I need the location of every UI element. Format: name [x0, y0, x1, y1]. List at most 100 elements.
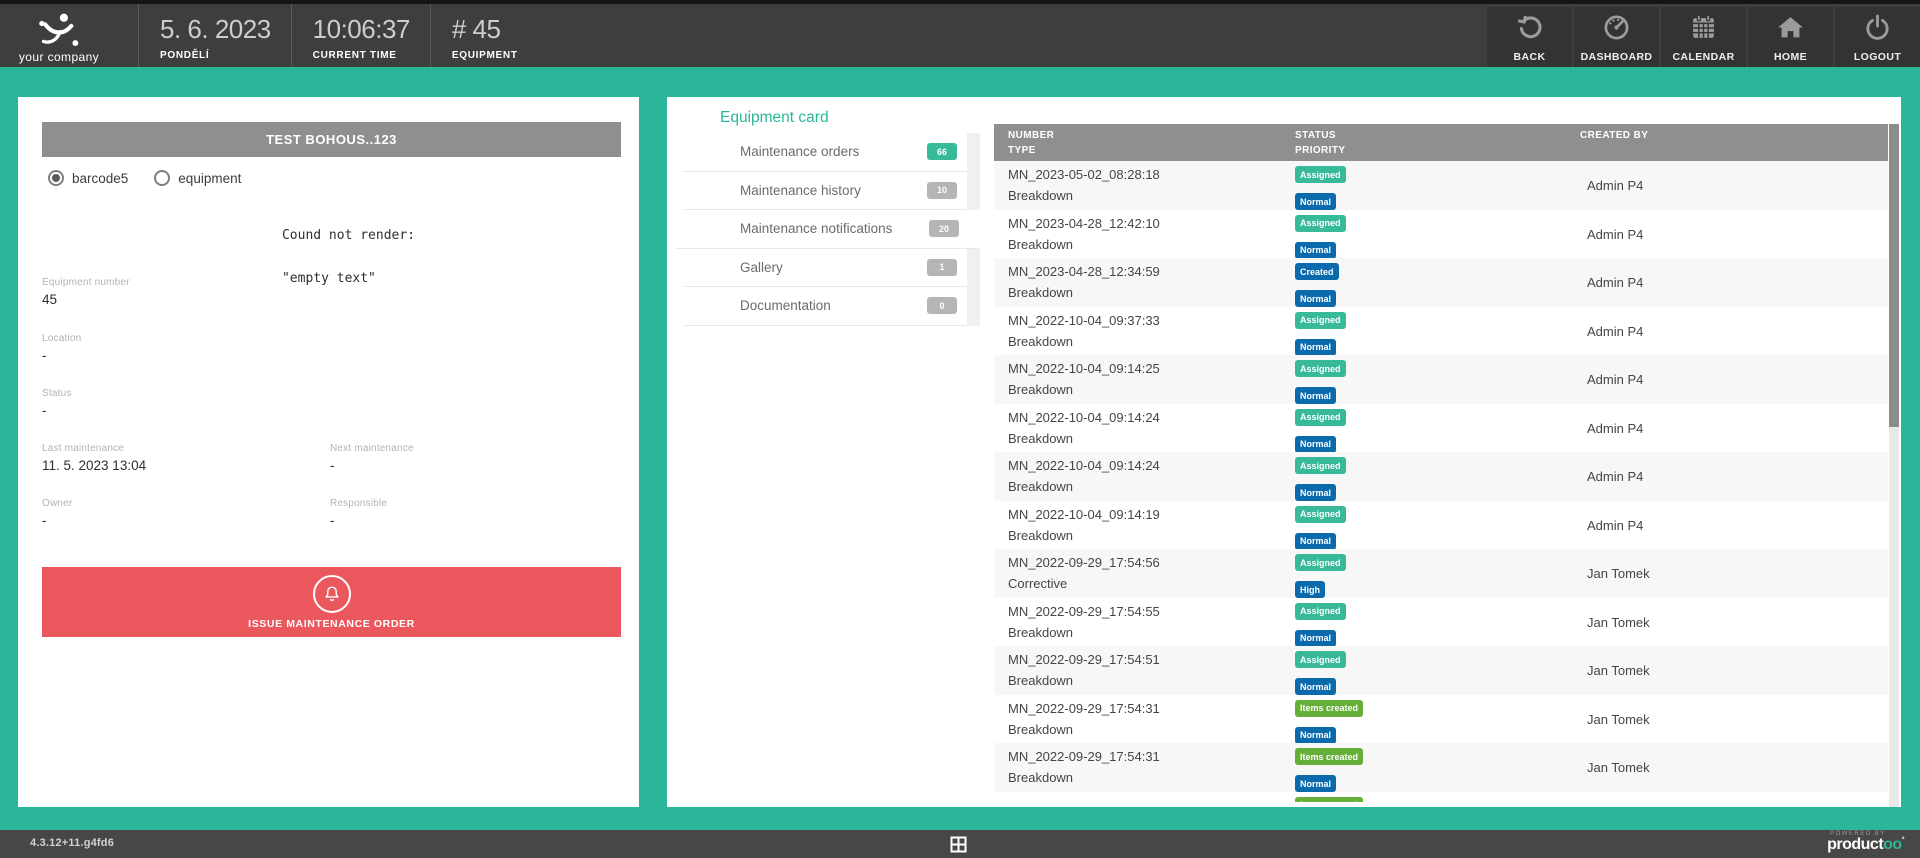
table-row[interactable]: MN_2023-04-28_12:34:59Breakdown Created No… [994, 258, 1888, 307]
priority-badge: Normal [1295, 339, 1336, 356]
cell-created-by: Jan Tomek [1566, 598, 1888, 647]
table-row[interactable]: MN_2022-10-04_09:14:25BreakdownAssignedN… [994, 355, 1888, 404]
nav-button-calendar[interactable]: CALENDAR [1661, 7, 1746, 67]
menu-item-documentation[interactable]: Documentation 0 [683, 287, 967, 326]
field-label: Status [42, 388, 72, 399]
menu-item-maintenance-notifications[interactable]: Maintenance notifications20 [675, 210, 980, 249]
table-row[interactable]: MN_2022-10-04_09:37:33BreakdownAssignedN… [994, 307, 1888, 356]
power-icon [1864, 14, 1891, 46]
priority-badge: Normal [1295, 678, 1336, 695]
cell-status-priority: AssignedNormal [1281, 404, 1566, 453]
cell-number-type: MN_2023-04-28_12:42:10Breakdown [994, 210, 1281, 259]
cell-number-type: MN_2022-10-04_09:14:24Breakdown [994, 452, 1281, 501]
status-badge: Items created [1295, 700, 1363, 717]
status-badge: Assigned [1295, 506, 1346, 523]
nav-button-back[interactable]: BACK [1487, 7, 1572, 67]
cell-created-by [1566, 792, 1888, 802]
cell-created-by: Admin P4 [1566, 355, 1888, 404]
status-badge: Assigned [1295, 651, 1346, 668]
menu-item-gallery[interactable]: Gallery 1 [683, 249, 967, 288]
table-row[interactable]: Items created [994, 792, 1888, 802]
field-label: Responsible [330, 498, 387, 509]
info-value: 5. 6. 2023 [160, 14, 271, 45]
company-logo: your company [0, 4, 118, 67]
nav-button-home[interactable]: HOME [1748, 7, 1833, 67]
menu-item-maintenance-history[interactable]: Maintenance history10 [683, 172, 967, 211]
productoo-logo: powered by productoo° [1827, 831, 1904, 853]
info-label: CURRENT TIME [313, 50, 410, 61]
priority-badge: Normal [1295, 242, 1336, 259]
radio-label: barcode5 [72, 171, 128, 186]
cell-created-by: Jan Tomek [1566, 743, 1888, 792]
menu-item-label: Gallery [740, 260, 783, 275]
table-row[interactable]: MN_2023-05-02_08:28:18BreakdownAssignedN… [994, 161, 1888, 210]
menu-item-label: Documentation [740, 298, 831, 313]
radio-barcode5[interactable]: barcode5 [48, 170, 128, 186]
cell-number-type: MN_2022-09-29_17:54:31Breakdown [994, 695, 1281, 744]
table-row[interactable]: MN_2022-10-04_09:14:24BreakdownAssignedN… [994, 404, 1888, 453]
status-badge: Items created [1295, 748, 1363, 765]
cell-number-type: MN_2022-09-29_17:54:31Breakdown [994, 743, 1281, 792]
header-info-blocks: 5. 6. 2023PONDĚLÍ10:06:37CURRENT TIME# 4… [118, 4, 518, 67]
field-label: Owner [42, 498, 72, 509]
field-value: 45 [42, 292, 130, 307]
field-status: Status - [42, 388, 72, 418]
table-row[interactable]: MN_2022-09-29_17:54:55BreakdownAssignedN… [994, 598, 1888, 647]
menu-item-maintenance-orders[interactable]: Maintenance orders66 [683, 133, 967, 172]
status-badge: Assigned [1295, 554, 1346, 571]
table-scrollbar-thumb[interactable] [1889, 124, 1899, 427]
cell-status-priority: Items created Normal [1281, 743, 1566, 792]
apps-grid-icon[interactable] [950, 836, 967, 853]
count-badge: 1 [927, 259, 957, 276]
cell-status-priority: AssignedNormal [1281, 501, 1566, 550]
created-by-value: Admin P4 [1587, 469, 1888, 484]
nav-button-logout[interactable]: LOGOUT [1835, 7, 1920, 67]
priority-badge: Normal [1295, 727, 1336, 744]
column-header-status: STATUSPRIORITY [1281, 124, 1566, 161]
priority-badge: Normal [1295, 775, 1336, 792]
issue-maintenance-order-button[interactable]: ISSUE MAINTENANCE ORDER [42, 567, 621, 637]
notification-number: MN_2022-09-29_17:54:56 [1008, 555, 1281, 570]
radio-unselected-icon [154, 170, 170, 186]
menu-item-label: Maintenance history [740, 183, 861, 198]
app-footer: 4.3.12+11.g4fd6 powered by productoo° [0, 830, 1920, 858]
company-figure-logo-icon [28, 12, 90, 48]
field-value: - [42, 348, 81, 363]
cell-status-priority: AssignedNormal [1281, 452, 1566, 501]
cell-number-type: MN_2023-04-28_12:34:59Breakdown [994, 258, 1281, 307]
status-badge: Assigned [1295, 409, 1346, 426]
table-row[interactable]: MN_2023-04-28_12:42:10BreakdownAssignedN… [994, 210, 1888, 259]
equipment-detail-panel: TEST BOHOUS..123 barcode5equipment Cound… [18, 97, 639, 807]
table-row[interactable]: MN_2022-10-04_09:14:19BreakdownAssignedN… [994, 501, 1888, 550]
field-value: 11. 5. 2023 13:04 [42, 458, 146, 473]
notification-number: MN_2022-10-04_09:14:24 [1008, 410, 1281, 425]
status-badge: Created [1295, 263, 1339, 280]
table-scrollbar-track[interactable] [1889, 124, 1899, 807]
table-header: NUMBERTYPESTATUSPRIORITYCREATED BY [994, 124, 1888, 161]
priority-badge: High [1295, 581, 1325, 598]
table-row[interactable]: MN_2022-09-29_17:54:51BreakdownAssignedN… [994, 646, 1888, 695]
nav-button-dashboard[interactable]: DASHBOARD [1574, 7, 1659, 67]
info-value: # 45 [452, 14, 518, 45]
header-info-equipment: # 45EQUIPMENT [430, 4, 518, 67]
field-value: - [42, 403, 72, 418]
notification-type: Corrective [1008, 576, 1281, 591]
radio-equipment[interactable]: equipment [154, 170, 241, 186]
cell-number-type: MN_2022-10-04_09:37:33Breakdown [994, 307, 1281, 356]
equipment-card-title: Equipment card [720, 109, 829, 127]
table-row[interactable]: MN_2022-09-29_17:54:31BreakdownItems cre… [994, 743, 1888, 792]
count-badge: 0 [927, 297, 957, 314]
table-row[interactable]: MN_2022-10-04_09:14:24BreakdownAssignedN… [994, 452, 1888, 501]
notification-type: Breakdown [1008, 770, 1281, 785]
notification-number: MN_2022-10-04_09:37:33 [1008, 313, 1281, 328]
priority-badge: Normal [1295, 290, 1336, 307]
notification-type: Breakdown [1008, 722, 1281, 737]
cell-number-type: MN_2022-10-04_09:14:24Breakdown [994, 404, 1281, 453]
table-row[interactable]: MN_2022-09-29_17:54:56 Corrective Assigned… [994, 549, 1888, 598]
bell-icon [313, 575, 351, 613]
count-badge: 20 [929, 220, 959, 237]
cell-created-by: Admin P4 [1566, 258, 1888, 307]
header-info-current-time: 10:06:37CURRENT TIME [291, 4, 410, 67]
table-row[interactable]: MN_2022-09-29_17:54:31Breakdown Items cre… [994, 695, 1888, 744]
notification-type: Breakdown [1008, 625, 1281, 640]
